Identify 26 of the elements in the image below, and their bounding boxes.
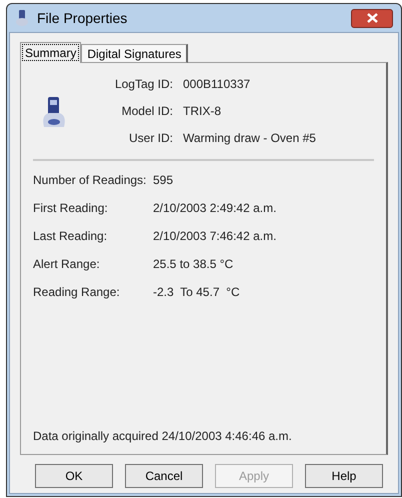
field-value: 2/10/2003 2:49:42 a.m. bbox=[153, 200, 276, 217]
field-value: Warming draw - Oven #5 bbox=[183, 130, 316, 147]
field-value: 25.5 to 38.5 °C bbox=[153, 256, 234, 273]
field-value: 2/10/2003 7:46:42 a.m. bbox=[153, 228, 276, 245]
field-value: TRIX-8 bbox=[183, 103, 222, 120]
field-label: Number of Readings: bbox=[33, 172, 147, 189]
field-label: Last Reading: bbox=[33, 228, 108, 245]
device-icon bbox=[15, 10, 29, 26]
dialog-button[interactable]: Help bbox=[305, 464, 383, 488]
field-label: Model ID: bbox=[120, 103, 173, 120]
field-label: Alert Range: bbox=[33, 256, 101, 273]
field-label: LogTag ID: bbox=[114, 76, 173, 93]
dialog-button[interactable]: Cancel bbox=[125, 464, 203, 488]
field-label: Reading Range: bbox=[33, 284, 121, 301]
tab[interactable]: Summary bbox=[20, 42, 82, 63]
close-button[interactable] bbox=[351, 8, 393, 28]
field-value: 000B110337 bbox=[183, 76, 250, 93]
window-title: File Properties bbox=[37, 8, 128, 28]
field-label: First Reading: bbox=[33, 200, 109, 217]
field-value: 595 bbox=[153, 172, 174, 189]
field-value: -2.3 To 45.7 °C bbox=[153, 284, 240, 301]
close-icon bbox=[366, 13, 378, 23]
acquired-note: Data originally acquired 24/10/2003 4:46:46 a.m. bbox=[33, 428, 293, 445]
tab[interactable]: Digital Signatures bbox=[81, 44, 188, 63]
field-label: User ID: bbox=[128, 130, 173, 147]
dialog-button[interactable]: OK bbox=[35, 464, 113, 488]
